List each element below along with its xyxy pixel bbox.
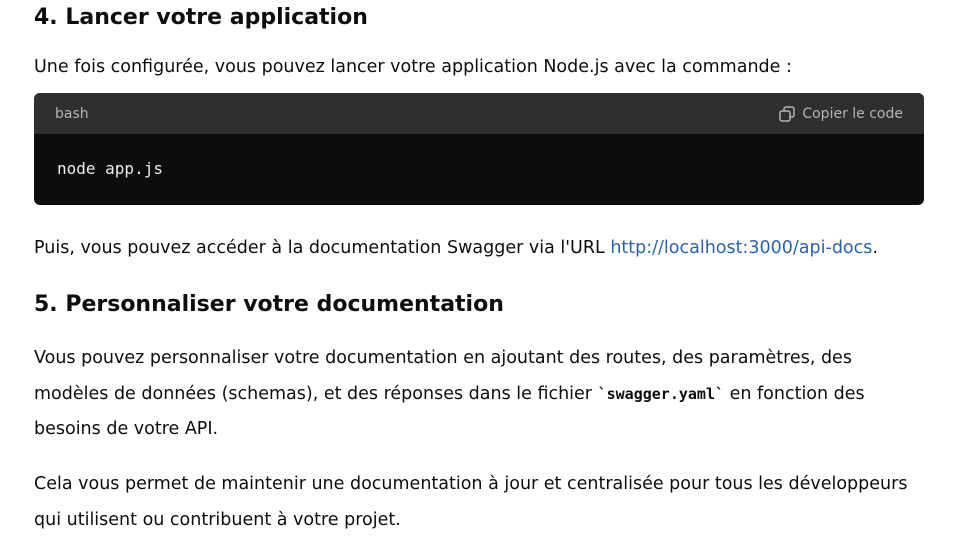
swagger-url-text: Puis, vous pouvez accéder à la documenta… xyxy=(34,235,924,261)
code-content: node app.js xyxy=(57,159,163,178)
code-language-label: bash xyxy=(55,105,89,122)
section-heading-launch: 4. Lancer votre application xyxy=(34,5,368,30)
code-block-header: bash Copier le code xyxy=(34,93,924,134)
code-block: bash Copier le code node app.js xyxy=(34,93,924,205)
customize-text: Vous pouvez personnaliser votre document… xyxy=(34,341,924,448)
centralize-text: Cela vous permet de maintenir une docume… xyxy=(34,474,908,530)
swagger-text-after: . xyxy=(872,238,878,258)
copy-code-button[interactable]: Copier le code xyxy=(778,105,903,123)
api-docs-link[interactable]: http://localhost:3000/api-docs xyxy=(610,238,872,258)
launch-intro-text: Une fois configurée, vous pouvez lancer … xyxy=(34,57,792,77)
copy-code-label: Copier le code xyxy=(802,105,903,122)
section-heading-customize: 5. Personnaliser votre documentation xyxy=(34,292,504,317)
copy-icon xyxy=(778,105,796,123)
inline-code-swagger-yaml: `swagger.yaml` xyxy=(597,384,725,403)
swagger-text-before: Puis, vous pouvez accéder à la documenta… xyxy=(34,238,611,258)
